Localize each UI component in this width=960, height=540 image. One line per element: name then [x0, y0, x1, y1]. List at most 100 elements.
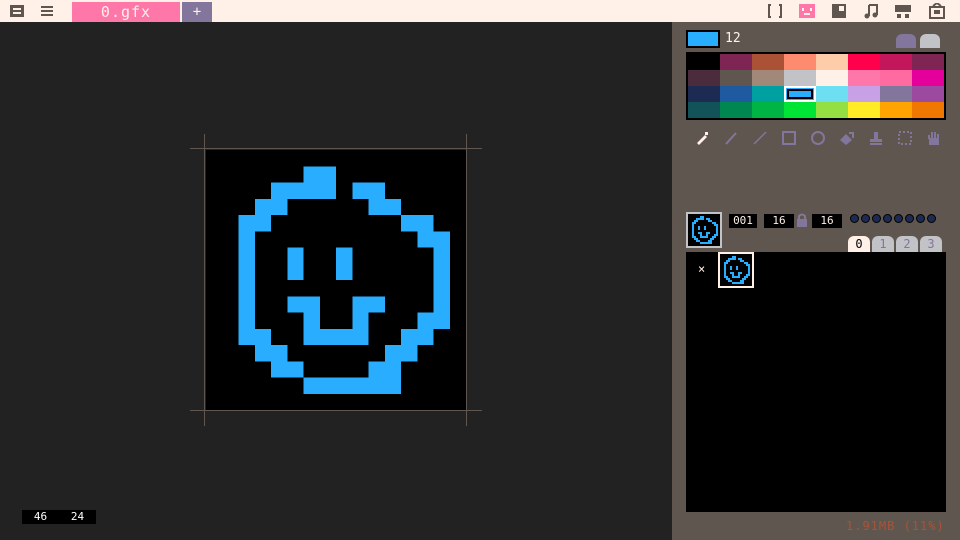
sheet-pixel — [744, 276, 746, 278]
palette-swatch[interactable] — [816, 86, 848, 102]
sheet-pixel — [726, 276, 728, 278]
sprite-flag-toggle[interactable] — [883, 214, 892, 223]
bank-tab-0[interactable]: 0 — [848, 236, 870, 252]
sprite-pixel — [384, 198, 401, 215]
palette-swatch[interactable] — [688, 102, 720, 118]
sprite-pixel — [287, 361, 304, 378]
thumb-pixel — [692, 226, 694, 228]
palette-swatch[interactable] — [784, 102, 816, 118]
thumb-pixel — [702, 236, 704, 238]
sprite-icon[interactable] — [798, 2, 816, 20]
palette-swatch[interactable] — [688, 54, 720, 70]
palette-swatch[interactable] — [912, 102, 944, 118]
sheet-pixel — [736, 282, 738, 284]
palette-swatch[interactable] — [848, 70, 880, 86]
palette-swatch[interactable] — [688, 86, 720, 102]
sprite-pixel — [287, 296, 304, 313]
menu-icon[interactable] — [38, 2, 56, 20]
sprite-flag-toggle[interactable] — [916, 214, 925, 223]
sprite-pixel — [368, 377, 385, 394]
thumb-pixel — [692, 224, 694, 226]
palette-swatch[interactable] — [816, 70, 848, 86]
palette-swatch[interactable] — [784, 86, 816, 102]
palette-swatch[interactable] — [848, 54, 880, 70]
sprite-canvas[interactable] — [206, 150, 466, 410]
thumb-pixel — [704, 226, 706, 228]
palette-swatch[interactable] — [720, 54, 752, 70]
palette-swatch[interactable] — [912, 54, 944, 70]
sheet-pixel — [736, 268, 738, 270]
palette-swatch[interactable] — [880, 86, 912, 102]
sprite-index-field[interactable]: 001 — [729, 214, 757, 228]
sprite-pixel — [319, 182, 336, 199]
palette-swatch[interactable] — [752, 54, 784, 70]
sprite-width-field[interactable]: 16 — [764, 214, 794, 228]
palette-swatch[interactable] — [816, 102, 848, 118]
sprite-pixel — [336, 263, 353, 280]
sprite-flag-toggle[interactable] — [905, 214, 914, 223]
pencil-icon[interactable] — [690, 127, 714, 149]
sprite-pixel — [287, 263, 304, 280]
sprite-pixel — [352, 182, 369, 199]
bank-tab-3[interactable]: 3 — [920, 236, 942, 252]
sprite-flag-toggle[interactable] — [927, 214, 936, 223]
file-tab[interactable]: 0.gfx — [72, 2, 180, 22]
thumb-pixel — [716, 234, 718, 236]
sfx-icon[interactable] — [862, 2, 880, 20]
palette-page-tab-2[interactable] — [920, 34, 940, 48]
palette-swatch[interactable] — [912, 70, 944, 86]
palette-swatch[interactable] — [848, 102, 880, 118]
palette-swatch[interactable] — [752, 86, 784, 102]
sheet-pixel — [744, 262, 746, 264]
sprite-sheet-slot-1[interactable] — [718, 252, 754, 288]
lock-icon[interactable] — [796, 213, 808, 227]
sprite-flag-toggle[interactable] — [894, 214, 903, 223]
add-tab-button[interactable]: + — [182, 2, 212, 22]
palette-swatch[interactable] — [720, 86, 752, 102]
palette-swatch[interactable] — [880, 54, 912, 70]
palette-swatch[interactable] — [688, 70, 720, 86]
brush-icon[interactable] — [719, 127, 743, 149]
palette-swatch[interactable] — [880, 70, 912, 86]
stamp-icon[interactable] — [864, 127, 888, 149]
palette-swatch[interactable] — [784, 70, 816, 86]
palette-swatch[interactable] — [784, 54, 816, 70]
palette-swatch[interactable] — [912, 86, 944, 102]
palette-swatch[interactable] — [816, 54, 848, 70]
bank-tab-2[interactable]: 2 — [896, 236, 918, 252]
sprite-sheet[interactable] — [686, 252, 946, 512]
sprite-pixel — [271, 198, 288, 215]
bank-tabs: 0123 — [848, 236, 942, 252]
code-icon[interactable] — [766, 2, 784, 20]
app-switch-icon[interactable] — [8, 2, 26, 20]
sprite-flag-toggle[interactable] — [872, 214, 881, 223]
sprite-pixel — [303, 182, 320, 199]
map-icon[interactable] — [830, 2, 848, 20]
sprite-pixel — [271, 345, 288, 362]
sprite-pixel — [384, 377, 401, 394]
thumb-pixel — [692, 230, 694, 232]
line-icon[interactable] — [748, 127, 772, 149]
sprite-pixel — [433, 280, 450, 297]
sprite-height-field[interactable]: 16 — [812, 214, 842, 228]
sprite-flag-toggle[interactable] — [850, 214, 859, 223]
select-icon[interactable] — [893, 127, 917, 149]
palette-swatch[interactable] — [880, 102, 912, 118]
cartridge-icon[interactable] — [928, 2, 946, 20]
palette-swatch[interactable] — [720, 70, 752, 86]
sprite-flag-toggle[interactable] — [861, 214, 870, 223]
circle-icon[interactable] — [806, 127, 830, 149]
palette-swatch[interactable] — [720, 102, 752, 118]
pan-icon[interactable] — [922, 127, 946, 149]
music-icon[interactable] — [894, 2, 912, 20]
sheet-pixel — [724, 270, 726, 272]
bank-tab-1[interactable]: 1 — [872, 236, 894, 252]
palette-page-tab-1[interactable] — [896, 34, 916, 48]
rectangle-icon[interactable] — [777, 127, 801, 149]
palette-swatch[interactable] — [848, 86, 880, 102]
sprite-pixel — [238, 296, 255, 313]
palette-swatch[interactable] — [752, 102, 784, 118]
palette-swatch[interactable] — [752, 70, 784, 86]
fill-icon[interactable] — [835, 127, 859, 149]
empty-slot-marker[interactable]: × — [698, 262, 705, 276]
